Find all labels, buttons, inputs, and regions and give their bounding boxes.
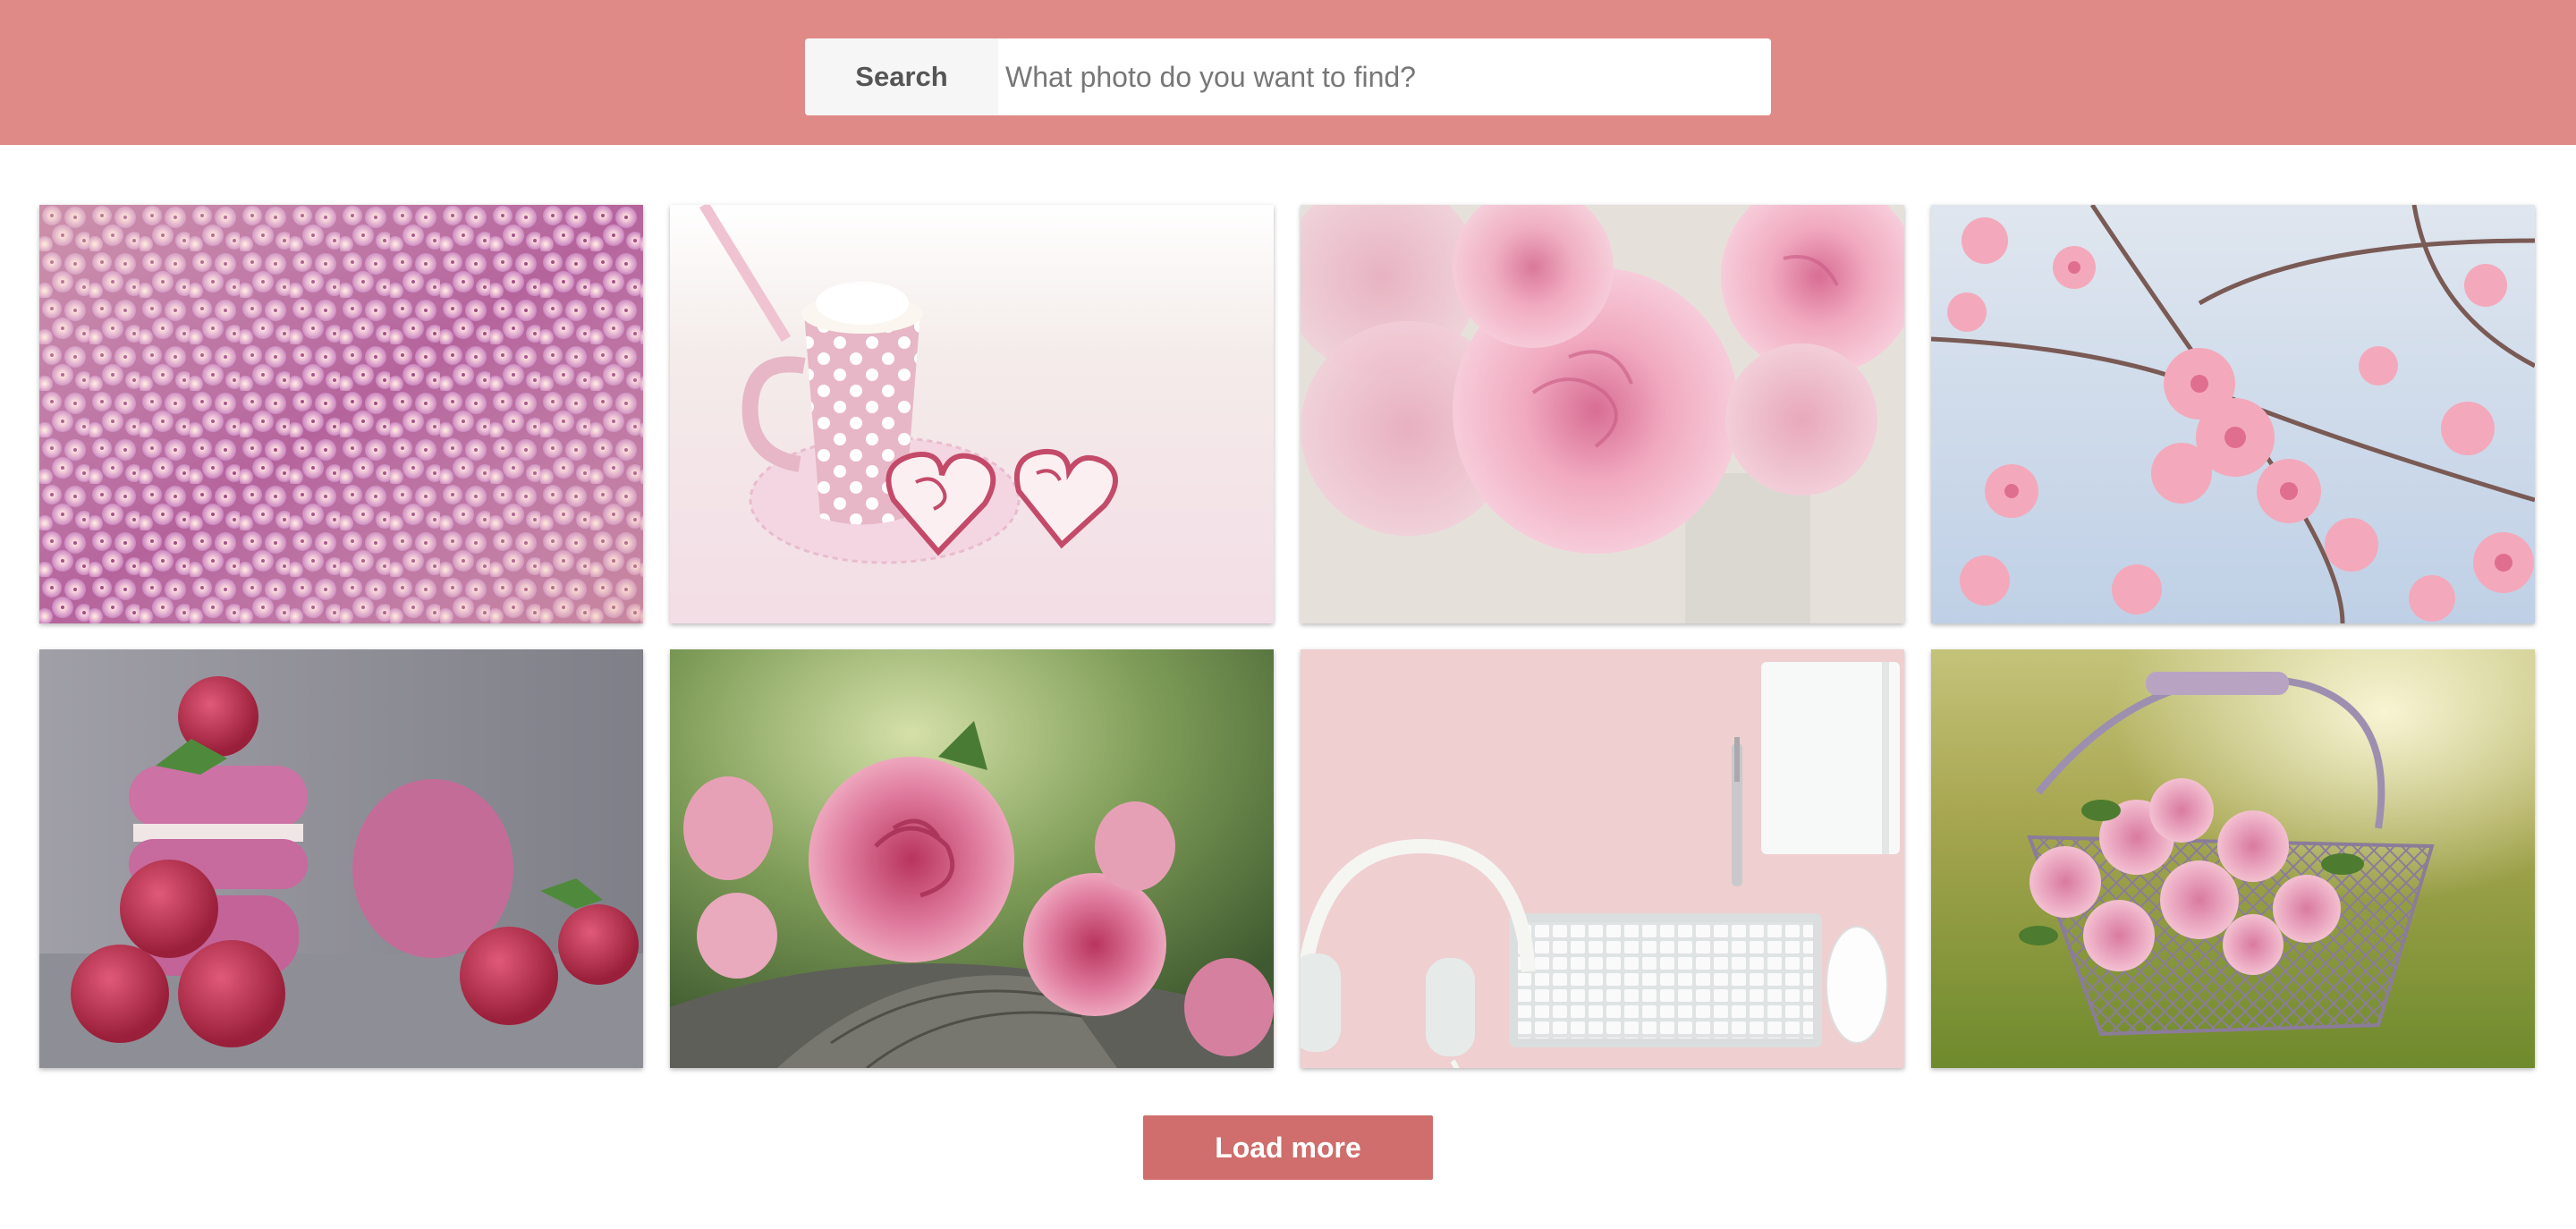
- photo-image: [1301, 205, 1904, 623]
- header-bar: Search: [0, 0, 2576, 145]
- photo-image: [1301, 649, 1904, 1068]
- photo-image: [670, 205, 1274, 623]
- photo-card-roses-log[interactable]: [670, 649, 1274, 1068]
- photo-image: [670, 649, 1274, 1068]
- photo-card-hydrangeas[interactable]: [39, 205, 643, 623]
- photo-card-rose-basket[interactable]: [1931, 649, 2535, 1068]
- search-form: Search: [805, 38, 1771, 115]
- photo-card-macarons[interactable]: [39, 649, 643, 1068]
- photo-image: [39, 649, 643, 1068]
- photo-card-carnations[interactable]: [1301, 205, 1904, 623]
- load-more-button[interactable]: Load more: [1143, 1115, 1433, 1180]
- photo-image: [1931, 205, 2535, 623]
- search-input[interactable]: [998, 38, 1771, 115]
- photo-grid: [39, 205, 2535, 1068]
- photo-card-cherry-blossoms[interactable]: [1931, 205, 2535, 623]
- photo-card-cup-cookies[interactable]: [670, 205, 1274, 623]
- photo-image: [39, 205, 643, 623]
- search-button[interactable]: Search: [805, 38, 998, 115]
- photo-image: [1931, 649, 2535, 1068]
- photo-card-pink-desk[interactable]: [1301, 649, 1904, 1068]
